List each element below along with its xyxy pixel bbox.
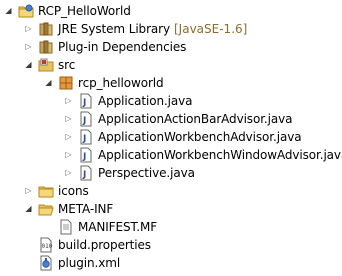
folder-icon [38,183,54,199]
java-file-icon: J [78,165,94,181]
tree-item-plugin-dependencies[interactable]: ▷ Plug-in Dependencies [24,38,186,56]
jre-label: JRE System Library [58,22,170,36]
expand-arrow-icon[interactable]: ▷ [24,20,33,38]
expand-arrow-icon[interactable]: ▷ [64,110,73,128]
java-file-icon: J [78,111,94,127]
manifest-label: MANIFEST.MF [78,220,158,234]
package-icon [58,75,74,91]
tree-item-java-file[interactable]: ▷ J Perspective.java [64,164,195,182]
tree-item-plugin-xml[interactable]: plugin.xml [38,254,120,272]
tree-item-java-file[interactable]: ▷ J ApplicationWorkbenchWindowAdvisor.ja… [64,146,342,164]
source-folder-icon [38,57,54,73]
tree-item-java-file[interactable]: ▷ J Application.java [64,92,193,110]
java-file-label: Application.java [98,94,193,108]
plugin-dependencies-label: Plug-in Dependencies [58,40,187,54]
java-file-icon: J [78,93,94,109]
tree-item-project[interactable]: ◢ RCP_HelloWorld [4,2,131,20]
collapse-arrow-icon[interactable]: ◢ [44,74,53,92]
expand-arrow-icon[interactable]: ▷ [64,164,73,182]
src-label: src [58,58,76,72]
tree-item-meta-inf[interactable]: ◢ META-INF [24,200,113,218]
library-icon [38,39,54,55]
collapse-arrow-icon[interactable]: ◢ [24,200,33,218]
icons-folder-label: icons [58,184,89,198]
properties-file-icon: 010 [38,237,54,253]
xml-file-icon [38,255,54,271]
java-file-label: ApplicationActionBarAdvisor.java [98,112,293,126]
tree-item-build-properties[interactable]: 010 build.properties [38,236,151,254]
expand-arrow-icon[interactable]: ▷ [24,182,33,200]
plugin-xml-label: plugin.xml [58,256,121,270]
expand-arrow-icon[interactable]: ▷ [64,128,73,146]
expand-arrow-icon[interactable]: ▷ [24,38,33,56]
manifest-file-icon [58,219,74,235]
tree-item-src[interactable]: ◢ src [24,56,75,74]
expand-arrow-icon[interactable]: ▷ [64,146,73,164]
plugin-project-icon [18,3,34,19]
tree-item-package[interactable]: ◢ rcp_helloworld [44,74,164,92]
svg-text:J: J [82,98,86,108]
java-file-label: Perspective.java [98,166,195,180]
svg-text:J: J [82,134,86,144]
jre-decoration: [JavaSE-1.6] [174,22,248,36]
build-properties-label: build.properties [58,238,151,252]
tree-item-jre-library[interactable]: ▷ JRE System Library [JavaSE-1.6] [24,20,247,38]
java-file-label: ApplicationWorkbenchWindowAdvisor.java [98,148,342,162]
tree-item-manifest[interactable]: MANIFEST.MF [58,218,157,236]
java-file-icon: J [78,147,94,163]
svg-text:J: J [82,116,86,126]
svg-text:J: J [82,152,86,162]
project-label: RCP_HelloWorld [38,4,131,18]
meta-inf-label: META-INF [58,202,114,216]
tree-item-icons-folder[interactable]: ▷ icons [24,182,89,200]
tree-item-java-file[interactable]: ▷ J ApplicationWorkbenchAdvisor.java [64,128,302,146]
collapse-arrow-icon[interactable]: ◢ [24,56,33,74]
java-file-icon: J [78,129,94,145]
expand-arrow-icon[interactable]: ▷ [64,92,73,110]
collapse-arrow-icon[interactable]: ◢ [4,2,13,20]
java-file-label: ApplicationWorkbenchAdvisor.java [98,130,302,144]
package-label: rcp_helloworld [78,76,164,90]
svg-text:J: J [82,170,86,180]
tree-item-java-file[interactable]: ▷ J ApplicationActionBarAdvisor.java [64,110,292,128]
library-icon [38,21,54,37]
svg-text:010: 010 [42,243,53,250]
package-explorer-tree: ◢ RCP_HelloWorld ▷ JRE System Library [J… [0,0,342,276]
open-folder-icon [38,201,54,217]
